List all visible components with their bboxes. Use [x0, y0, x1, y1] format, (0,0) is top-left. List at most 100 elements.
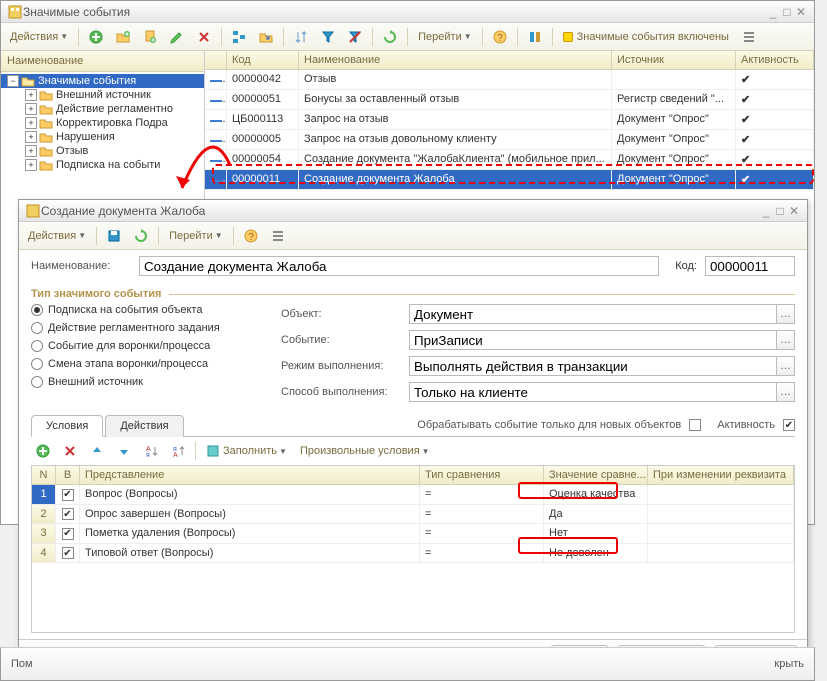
row-checkbox[interactable]: [62, 547, 74, 559]
col-src[interactable]: Источник: [612, 51, 736, 69]
row-checkbox[interactable]: [62, 489, 74, 501]
expand-icon[interactable]: +: [25, 117, 37, 129]
filter-off-icon[interactable]: [343, 27, 367, 47]
close-icon[interactable]: ✕: [794, 5, 808, 19]
list-row[interactable]: ЦБ000113Запрос на отзывДокумент "Опрос"✔: [205, 110, 814, 130]
tree-item[interactable]: +Подписка на событи: [1, 158, 204, 172]
select-button[interactable]: …: [777, 330, 795, 350]
edit-icon[interactable]: [165, 27, 189, 47]
help-icon[interactable]: ?: [488, 27, 512, 47]
prop-field[interactable]: [409, 330, 777, 350]
tab-actions[interactable]: Действия: [105, 415, 183, 437]
app-icon: [7, 4, 23, 20]
list-row[interactable]: 00000011Создание документа ЖалобаДокумен…: [205, 170, 814, 190]
save-icon[interactable]: [102, 226, 126, 246]
maximize-icon[interactable]: □: [780, 5, 794, 19]
activity-checkbox[interactable]: [783, 419, 795, 431]
child-refresh-icon[interactable]: [129, 226, 153, 246]
delete-icon[interactable]: [192, 27, 216, 47]
row-up-icon[interactable]: [85, 441, 109, 461]
expand-icon[interactable]: +: [25, 145, 37, 157]
cell-v[interactable]: [56, 544, 80, 563]
row-down-icon[interactable]: [112, 441, 136, 461]
child-help-icon[interactable]: ?: [239, 226, 263, 246]
filter-icon[interactable]: [316, 27, 340, 47]
select-button[interactable]: …: [777, 356, 795, 376]
hierarchy-icon[interactable]: [227, 27, 251, 47]
row-checkbox[interactable]: [62, 508, 74, 520]
new-only-checkbox[interactable]: [689, 419, 701, 431]
move-icon[interactable]: [254, 27, 278, 47]
select-button[interactable]: …: [777, 304, 795, 324]
refresh-icon[interactable]: [378, 27, 402, 47]
code-field[interactable]: [705, 256, 795, 276]
tree-item[interactable]: −Значимые события: [1, 74, 204, 88]
gcol-n[interactable]: N: [32, 466, 56, 484]
prop-field[interactable]: [409, 356, 777, 376]
status-toggle[interactable]: Значимые события включены: [558, 28, 734, 46]
gcol-v[interactable]: В: [56, 466, 80, 484]
row-add-icon[interactable]: [31, 441, 55, 461]
radio-option[interactable]: Смена этапа воронки/процесса: [31, 358, 261, 370]
expand-icon[interactable]: +: [25, 131, 37, 143]
child-goto-dropdown[interactable]: Перейти▼: [164, 227, 228, 245]
actions-dropdown[interactable]: Действия▼: [5, 28, 73, 46]
tree-item[interactable]: +Нарушения: [1, 130, 204, 144]
list-row[interactable]: 00000005Запрос на отзыв довольному клиен…: [205, 130, 814, 150]
child-maximize-icon[interactable]: □: [773, 204, 787, 218]
col-name[interactable]: Наименование: [299, 51, 612, 69]
gcol-cmp[interactable]: Тип сравнения: [420, 466, 544, 484]
list-row[interactable]: 00000051Бонусы за оставленный отзывРегис…: [205, 90, 814, 110]
tree-item[interactable]: +Корректировка Подра: [1, 116, 204, 130]
cell-v[interactable]: [56, 485, 80, 504]
radio-option[interactable]: Подписка на события объекта: [31, 304, 261, 316]
goto-dropdown[interactable]: Перейти▼: [413, 28, 477, 46]
sort-asc-icon[interactable]: Ая: [139, 441, 163, 461]
radio-option[interactable]: Действие регламентного задания: [31, 322, 261, 334]
grid-row[interactable]: 1Вопрос (Вопросы)=Оценка качества: [32, 485, 794, 505]
child-minimize-icon[interactable]: _: [759, 204, 773, 218]
add-icon[interactable]: [84, 27, 108, 47]
grid-row[interactable]: 4Типовой ответ (Вопросы)=Не доволен: [32, 544, 794, 564]
prop-field[interactable]: [409, 382, 777, 402]
gcol-rep[interactable]: Представление: [80, 466, 420, 484]
cell-v[interactable]: [56, 505, 80, 524]
row-checkbox[interactable]: [62, 528, 74, 540]
add-folder-icon[interactable]: [111, 27, 135, 47]
list-row[interactable]: 00000054Создание документа "ЖалобаКлиент…: [205, 150, 814, 170]
grid-row[interactable]: 3Пометка удаления (Вопросы)=Нет: [32, 524, 794, 544]
copy-icon[interactable]: [138, 27, 162, 47]
row-delete-icon[interactable]: [58, 441, 82, 461]
tree-item[interactable]: +Действие регламентно: [1, 102, 204, 116]
fill-dropdown[interactable]: Заполнить▼: [201, 441, 292, 461]
select-button[interactable]: …: [777, 382, 795, 402]
tree-item[interactable]: +Внешний источник: [1, 88, 204, 102]
sort-desc-icon[interactable]: яА: [166, 441, 190, 461]
sort-icon[interactable]: [289, 27, 313, 47]
gcol-chg[interactable]: При изменении реквизита: [648, 466, 794, 484]
settings-icon[interactable]: [523, 27, 547, 47]
expand-icon[interactable]: +: [25, 159, 37, 171]
col-code[interactable]: Код: [227, 51, 299, 69]
list-mode-icon[interactable]: [737, 27, 761, 47]
radio-option[interactable]: Событие для воронки/процесса: [31, 340, 261, 352]
gcol-val[interactable]: Значение сравне...: [544, 466, 648, 484]
expand-icon[interactable]: +: [25, 89, 37, 101]
grid-row[interactable]: 2Опрос завершен (Вопросы)=Да: [32, 505, 794, 525]
expand-icon[interactable]: +: [25, 103, 37, 115]
cell-cmp: =: [420, 485, 544, 504]
cell-v[interactable]: [56, 524, 80, 543]
col-act[interactable]: Активность: [736, 51, 814, 69]
child-list-icon[interactable]: [266, 226, 290, 246]
tree-item[interactable]: +Отзыв: [1, 144, 204, 158]
child-actions-dropdown[interactable]: Действия▼: [23, 227, 91, 245]
name-field[interactable]: [139, 256, 659, 276]
list-row[interactable]: 00000042Отзыв✔: [205, 70, 814, 90]
minimize-icon[interactable]: _: [766, 5, 780, 19]
arbitrary-dropdown[interactable]: Произвольные условия▼: [295, 442, 435, 460]
radio-option[interactable]: Внешний источник: [31, 376, 261, 388]
expand-icon[interactable]: −: [7, 75, 19, 87]
tab-conditions[interactable]: Условия: [31, 415, 103, 437]
child-close-icon[interactable]: ✕: [787, 204, 801, 218]
prop-field[interactable]: [409, 304, 777, 324]
